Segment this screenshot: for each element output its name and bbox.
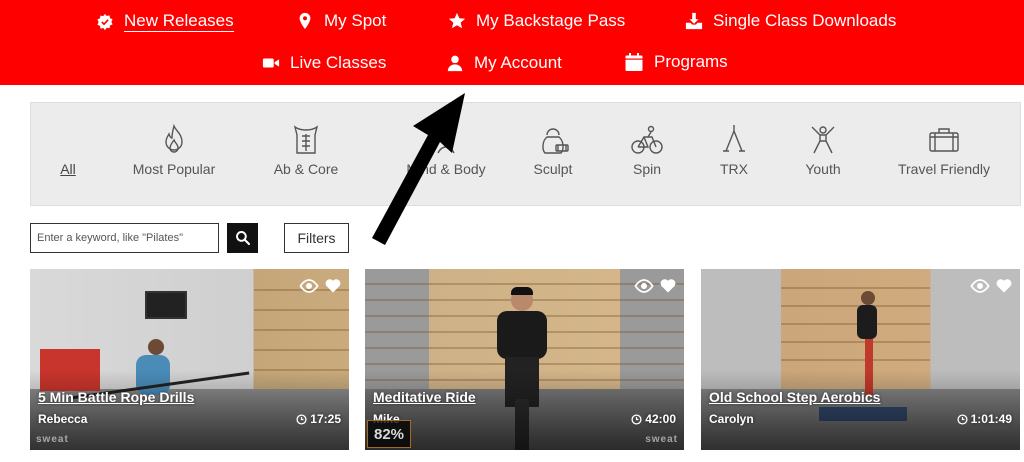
bicycle-icon	[631, 125, 663, 154]
nav-label: My Backstage Pass	[476, 11, 626, 30]
category-label: Travel Friendly	[897, 161, 991, 177]
download-icon	[685, 12, 703, 30]
category-all[interactable]: All	[53, 103, 83, 205]
nav-my-account[interactable]: My Account	[446, 53, 562, 73]
nav-my-spot[interactable]: My Spot	[296, 11, 386, 31]
trx-straps-icon	[723, 125, 745, 152]
instructor-name: Rebecca	[38, 412, 88, 426]
nav-new-releases[interactable]: New Releases	[96, 11, 234, 32]
duration-text: 1:01:49	[970, 412, 1012, 426]
heart-icon[interactable]	[996, 278, 1012, 293]
category-filter-bar: All Most Popular Ab & Core Mind & Body S…	[30, 102, 1021, 206]
category-label: All	[60, 161, 76, 177]
clock-icon	[631, 413, 642, 425]
nav-label: Single Class Downloads	[713, 11, 897, 30]
calendar-icon	[625, 53, 643, 71]
kettlebell-icon	[542, 128, 569, 154]
heart-icon[interactable]	[660, 278, 676, 293]
category-most-popular[interactable]: Most Popular	[124, 103, 224, 205]
category-label: Ab & Core	[273, 161, 339, 177]
clock-icon	[957, 413, 968, 425]
category-label: Spin	[632, 161, 662, 177]
filters-button[interactable]: Filters	[284, 223, 349, 253]
category-trx[interactable]: TRX	[704, 103, 764, 205]
class-title[interactable]: 5 Min Battle Rope Drills	[38, 389, 194, 405]
badge-icon	[97, 13, 113, 30]
brand-watermark: sweat	[36, 434, 69, 445]
nav-label: My Spot	[324, 11, 387, 30]
class-title[interactable]: Meditative Ride	[373, 389, 476, 405]
mind-body-icon	[437, 128, 455, 154]
nav-my-backstage-pass[interactable]: My Backstage Pass	[448, 11, 625, 31]
star-icon	[448, 12, 466, 29]
map-pin-icon	[299, 12, 311, 30]
category-label: TRX	[720, 161, 748, 177]
category-label: Mind & Body	[406, 161, 486, 177]
nav-programs[interactable]: Programs	[624, 52, 728, 72]
duration-text: 17:25	[310, 412, 341, 426]
nav-label: New Releases	[124, 11, 234, 32]
nav-label: Programs	[654, 52, 728, 71]
nav-label: Live Classes	[290, 53, 387, 72]
jumping-person-icon	[811, 126, 835, 154]
category-mind-body[interactable]: Mind & Body	[376, 103, 516, 205]
category-youth[interactable]: Youth	[788, 103, 858, 205]
category-sculpt[interactable]: Sculpt	[518, 103, 588, 205]
clock-icon	[296, 413, 307, 425]
class-card[interactable]: Old School Step Aerobics Carolyn 1:01:49	[701, 269, 1020, 450]
heart-icon[interactable]	[325, 278, 341, 293]
class-card[interactable]: Meditative Ride Mike 42:00 82% sweat	[365, 269, 684, 450]
suitcase-icon	[929, 128, 959, 152]
search-button[interactable]	[227, 223, 258, 253]
eye-icon[interactable]	[970, 279, 990, 293]
category-travel-friendly[interactable]: Travel Friendly	[884, 103, 1004, 205]
nav-label: My Account	[474, 53, 562, 72]
class-duration: 17:25	[296, 412, 341, 426]
search-input[interactable]	[30, 223, 219, 253]
progress-badge: 82%	[367, 420, 411, 448]
eye-icon[interactable]	[634, 279, 654, 293]
nav-single-class-downloads[interactable]: Single Class Downloads	[685, 11, 896, 31]
video-camera-icon	[262, 58, 280, 68]
brand-watermark: sweat	[645, 434, 678, 445]
category-label: Youth	[805, 161, 841, 177]
class-card[interactable]: 5 Min Battle Rope Drills Rebecca 17:25 s…	[30, 269, 349, 450]
torso-icon	[293, 125, 319, 154]
top-navigation: New Releases My Spot My Backstage Pass S…	[0, 0, 1024, 85]
class-title[interactable]: Old School Step Aerobics	[709, 389, 880, 405]
class-duration: 1:01:49	[957, 412, 1012, 426]
eye-icon[interactable]	[299, 279, 319, 293]
category-spin[interactable]: Spin	[612, 103, 682, 205]
instructor-name: Carolyn	[709, 412, 754, 426]
search-icon	[235, 231, 250, 246]
user-icon	[447, 55, 463, 72]
category-ab-core[interactable]: Ab & Core	[256, 103, 356, 205]
category-label: Most Popular	[132, 161, 216, 177]
class-duration: 42:00	[631, 412, 676, 426]
category-label: Sculpt	[533, 161, 573, 177]
flame-icon	[165, 123, 183, 153]
nav-live-classes[interactable]: Live Classes	[262, 53, 386, 73]
duration-text: 42:00	[645, 412, 676, 426]
